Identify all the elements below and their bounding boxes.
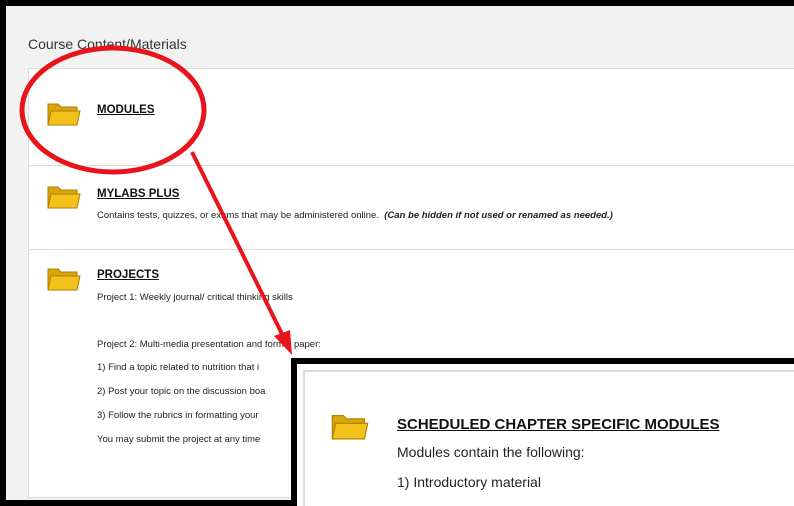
mylabs-note: (Can be hidden if not used or renamed as… xyxy=(384,210,613,221)
scheduled-modules-link[interactable]: SCHEDULED CHAPTER SPECIFIC MODULES xyxy=(397,416,720,433)
projects-line: 3) Follow the rubrics in formatting your xyxy=(97,410,259,421)
folder-icon xyxy=(47,99,81,127)
zoom-line: 1) Introductory material xyxy=(397,474,541,490)
folder-icon xyxy=(47,264,81,292)
projects-line: Project 2: Multi-media presentation and … xyxy=(97,339,321,350)
mylabs-plus-description: Contains tests, quizzes, or exams that m… xyxy=(97,210,613,221)
modules-link[interactable]: MODULES xyxy=(97,104,155,116)
folder-icon xyxy=(331,410,369,441)
projects-line: 1) Find a topic related to nutrition tha… xyxy=(97,362,260,373)
projects-line: Project 1: Weekly journal/ critical thin… xyxy=(97,292,293,303)
folder-icon xyxy=(47,182,81,210)
zoom-inset-content: SCHEDULED CHAPTER SPECIFIC MODULES Modul… xyxy=(303,370,794,506)
zoom-inset: SCHEDULED CHAPTER SPECIFIC MODULES Modul… xyxy=(291,358,794,506)
page-title: Course Content/Materials xyxy=(28,36,187,52)
list-item-modules: MODULES xyxy=(29,69,794,166)
projects-line: 2) Post your topic on the discussion boa xyxy=(97,386,266,397)
mylabs-description-text: Contains tests, quizzes, or exams that m… xyxy=(97,210,379,221)
zoom-line: Modules contain the following: xyxy=(397,444,585,460)
projects-link[interactable]: PROJECTS xyxy=(97,269,159,281)
mylabs-plus-link[interactable]: MYLABS PLUS xyxy=(97,188,179,200)
projects-line: You may submit the project at any time xyxy=(97,434,261,445)
list-item-mylabs-plus: MYLABS PLUS Contains tests, quizzes, or … xyxy=(29,166,794,250)
